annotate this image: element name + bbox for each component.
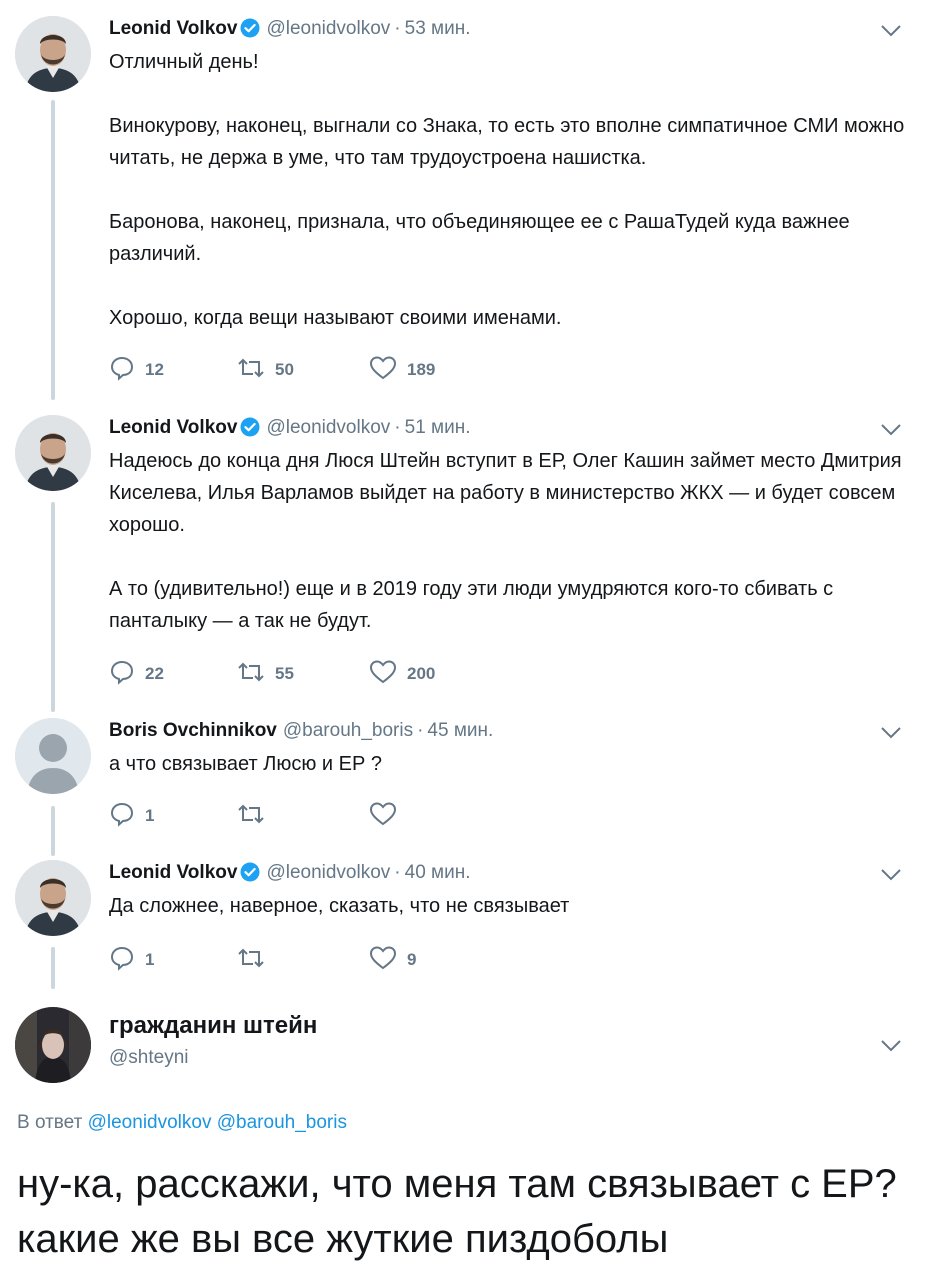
retweet-icon [237, 660, 265, 689]
reply-count: 1 [145, 950, 155, 969]
tweet-text: Да сложнее, наверное, сказать, что не св… [109, 890, 909, 922]
reply-button[interactable]: 22 [109, 659, 164, 689]
retweet-icon [237, 356, 265, 385]
chevron-down-icon[interactable] [880, 726, 902, 740]
separator: · [417, 720, 424, 741]
author-name[interactable]: Leonid Volkov [109, 417, 237, 438]
heart-icon [369, 659, 397, 690]
separator: · [394, 417, 401, 438]
heart-icon [369, 945, 397, 976]
separator: · [394, 862, 401, 883]
heart-icon [369, 355, 397, 386]
separator: · [394, 18, 401, 39]
author-handle[interactable]: @barouh_boris [283, 720, 413, 741]
reply-icon [109, 801, 135, 832]
thread-line [51, 502, 55, 712]
tweet-paragraph: А то (удивительно!) еще и в 2019 году эт… [109, 578, 834, 632]
chevron-down-icon[interactable] [880, 868, 902, 882]
avatar[interactable] [15, 860, 91, 936]
avatar[interactable] [15, 415, 91, 491]
reply-count: 12 [145, 360, 164, 379]
author-name[interactable]: Leonid Volkov [109, 862, 237, 883]
chevron-down-icon[interactable] [880, 1039, 902, 1053]
mention-link[interactable]: @leonidvolkov [88, 1112, 212, 1133]
timestamp[interactable]: 51 мин. [405, 417, 471, 438]
tweet-paragraph: Хорошо, когда вещи называют своими имена… [109, 307, 562, 329]
tweet-header: Leonid Volkov @leonidvolkov · 40 мин. [109, 858, 471, 888]
reply-icon [109, 945, 135, 976]
like-button[interactable]: 200 [369, 659, 435, 689]
retweet-icon [237, 802, 265, 831]
tweet-paragraph: Отличный день! [109, 51, 259, 73]
reply-prefix: В ответ [17, 1112, 83, 1133]
tweet-paragraph: Да сложнее, наверное, сказать, что не св… [109, 895, 570, 917]
like-button[interactable]: 9 [369, 945, 416, 975]
retweet-count: 50 [275, 360, 294, 379]
tweet-paragraph: Винокурову, наконец, выгнали со Знака, т… [109, 115, 905, 169]
timestamp[interactable]: 40 мин. [405, 862, 471, 883]
verified-badge-icon [240, 862, 260, 892]
tweet-header: Leonid Volkov @leonidvolkov · 51 мин. [109, 413, 471, 443]
verified-badge-icon [240, 18, 260, 48]
tweet-header: Leonid Volkov @leonidvolkov · 53 мин. [109, 14, 471, 44]
thread-line [51, 806, 55, 856]
thread-line [51, 947, 55, 989]
chevron-down-icon[interactable] [880, 423, 902, 437]
main-tweet-text: ну-ка, расскажи, что меня там связывает … [17, 1162, 897, 1261]
author-handle[interactable]: @leonidvolkov [266, 18, 390, 39]
author-name[interactable]: Boris Ovchinnikov [109, 720, 277, 741]
tweet-paragraph: Баронова, наконец, признала, что объедин… [109, 211, 850, 265]
author-name[interactable]: гражданин штейн [109, 1012, 317, 1040]
avatar[interactable] [15, 718, 91, 794]
heart-icon [369, 801, 397, 832]
author-handle[interactable]: @leonidvolkov [266, 862, 390, 883]
reply-count: 22 [145, 664, 164, 683]
tweet-text: Надеюсь до конца дня Люся Штейн вступит … [109, 445, 909, 637]
retweet-button[interactable]: 50 [237, 355, 294, 385]
like-count: 189 [407, 360, 436, 379]
retweet-button[interactable]: 55 [237, 659, 294, 689]
timestamp[interactable]: 53 мин. [405, 18, 471, 39]
like-count: 9 [407, 950, 417, 969]
retweet-button[interactable] [237, 801, 275, 831]
avatar[interactable] [15, 16, 91, 92]
chevron-down-icon[interactable] [880, 24, 902, 38]
reply-count: 1 [145, 806, 155, 825]
author-name[interactable]: Leonid Volkov [109, 18, 237, 39]
verified-badge-icon [240, 417, 260, 447]
tweet-paragraph: а что связывает Люсю и ЕР ? [109, 753, 382, 775]
tweet-text: а что связывает Люсю и ЕР ? [109, 748, 909, 780]
reply-button[interactable]: 1 [109, 945, 154, 975]
mention-link[interactable]: @barouh_boris [217, 1112, 347, 1133]
reply-icon [109, 355, 135, 386]
reply-button[interactable]: 1 [109, 801, 154, 831]
avatar[interactable] [15, 1007, 91, 1083]
tweet-header: Boris Ovchinnikov @barouh_boris · 45 мин. [109, 716, 493, 746]
retweet-icon [237, 946, 265, 975]
like-button[interactable]: 189 [369, 355, 435, 385]
retweet-button[interactable] [237, 945, 275, 975]
tweet-text: Отличный день! Винокурову, наконец, выгн… [109, 46, 909, 334]
like-button[interactable] [369, 801, 407, 831]
reply-icon [109, 659, 135, 690]
retweet-count: 55 [275, 664, 294, 683]
timestamp[interactable]: 45 мин. [427, 720, 493, 741]
tweet-paragraph: Надеюсь до конца дня Люся Штейн вступит … [109, 450, 902, 536]
author-handle[interactable]: @shteyni [109, 1047, 189, 1069]
like-count: 200 [407, 664, 436, 683]
author-handle[interactable]: @leonidvolkov [266, 417, 390, 438]
reply-context: В ответ @leonidvolkov @barouh_boris [17, 1112, 347, 1134]
thread-line [51, 100, 55, 400]
reply-button[interactable]: 12 [109, 355, 164, 385]
